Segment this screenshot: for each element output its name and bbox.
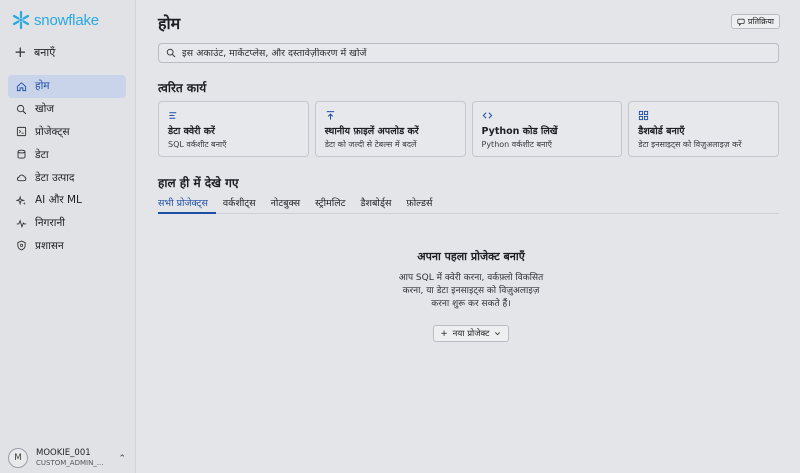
tab-dashboards[interactable]: डैशबोर्ड्स — [360, 196, 399, 213]
search-bar[interactable] — [158, 43, 779, 63]
tab-worksheets[interactable]: वर्कशीट्स — [223, 196, 264, 213]
sidebar-item-projects[interactable]: प्रोजेक्ट्स — [8, 121, 126, 144]
recent-tabs: सभी प्रोजेक्ट्स वर्कशीट्स नोटबुक्स स्ट्र… — [158, 196, 779, 214]
empty-state-body: आप SQL में क्वेरी करना, वर्कफ़्लो विकसित… — [336, 272, 606, 311]
quick-actions-title: त्वरित कार्य — [158, 81, 207, 95]
card-title: डैशबोर्ड बनाएँ — [638, 126, 685, 137]
user-role: CUSTOM_ADMIN_... — [36, 458, 104, 467]
user-name: MOOKIE_001 — [36, 448, 91, 459]
tab-folders[interactable]: फ़ोल्डर्स — [406, 196, 440, 213]
snowflake-logo-icon — [12, 10, 30, 30]
sidebar-item-data[interactable]: डेटा — [8, 143, 126, 166]
avatar: M — [8, 448, 28, 468]
dashboard-icon — [639, 110, 649, 121]
card-title: डेटा क्वेरी करें — [168, 126, 215, 137]
sidebar-item-data-products[interactable]: डेटा उत्पाद — [8, 166, 126, 189]
empty-state-line: आप SQL में क्वेरी करना, वर्कफ़्लो विकसित — [398, 273, 544, 283]
search-icon — [16, 104, 27, 114]
database-icon — [17, 150, 26, 159]
snowflake-logo[interactable]: snowflake — [11, 10, 99, 30]
tab-all-projects[interactable]: सभी प्रोजेक्ट्स — [158, 196, 216, 214]
sidebar-item-label: निगरानी — [35, 217, 66, 230]
empty-state-line: करना शुरू कर सकते हैं। — [431, 299, 511, 309]
card-create-dashboard[interactable]: डैशबोर्ड बनाएँ डेटा इनसाइट्स को विज़ुअला… — [628, 101, 779, 157]
sidebar-item-label: AI और ML — [35, 194, 82, 207]
home-icon — [16, 82, 27, 91]
lines-icon — [169, 112, 177, 119]
activity-icon — [16, 219, 27, 228]
sidebar-item-ai-ml[interactable]: AI और ML — [8, 189, 126, 212]
new-project-button[interactable]: + नया प्रोजेक्ट — [432, 325, 510, 342]
sidebar-item-monitoring[interactable]: निगरानी — [8, 212, 126, 235]
feedback-icon — [737, 18, 745, 26]
upload-icon — [326, 111, 334, 120]
plus-icon: + — [14, 43, 27, 61]
search-icon — [166, 48, 176, 58]
main-content: होम प्रतिक्रिया त्वरित कार्य डेटा क्वेरी… — [136, 0, 800, 473]
search-input[interactable] — [182, 47, 762, 59]
tab-streamlit[interactable]: स्ट्रीमलिट — [315, 196, 353, 213]
sidebar-nav: होम खोज प्रोजेक्ट्स डेटा डेटा उत्पाद AI … — [8, 75, 126, 257]
sidebar-item-label: होम — [35, 80, 50, 93]
sidebar-item-admin[interactable]: प्रशासन — [8, 235, 126, 258]
create-label: बनाएँ — [34, 46, 56, 59]
plus-icon: + — [440, 328, 448, 339]
sidebar-item-label: डेटा — [35, 148, 49, 161]
card-subtitle: SQL वर्कशीट बनाएँ — [168, 140, 227, 149]
card-subtitle: डेटा इनसाइट्स को विज़ुअलाइज़ करें — [638, 140, 742, 149]
card-subtitle: डेटा को जल्दी से टेबल्स में बदलें — [324, 140, 417, 149]
new-project-label: नया प्रोजेक्ट — [452, 329, 490, 339]
card-upload-files[interactable]: स्थानीय फ़ाइलें अपलोड करें डेटा को जल्दी… — [314, 101, 466, 157]
feedback-button[interactable]: प्रतिक्रिया — [730, 14, 780, 29]
sidebar-item-label: प्रशासन — [35, 239, 64, 252]
recent-title: हाल ही में देखे गए — [158, 176, 239, 190]
cloud-icon — [17, 174, 27, 182]
quick-actions: डेटा क्वेरी करें SQL वर्कशीट बनाएँ स्थान… — [158, 101, 779, 157]
create-button[interactable]: + बनाएँ — [14, 45, 55, 60]
sidebar: snowflake + बनाएँ होम खोज प्रोजेक्ट्स डे… — [0, 0, 136, 473]
feedback-label: प्रतिक्रिया — [747, 17, 774, 26]
sidebar-item-label: खोज — [35, 103, 55, 116]
sidebar-item-search[interactable]: खोज — [8, 98, 126, 121]
chevron-up-icon: ⌃ — [118, 454, 126, 464]
sidebar-item-home[interactable]: होम — [8, 75, 126, 98]
card-python-code[interactable]: Python कोड लिखें Python वर्कशीट बनाएँ — [471, 101, 623, 157]
sparkle-icon — [16, 195, 26, 206]
code-icon — [482, 112, 492, 119]
chevron-down-icon — [495, 332, 501, 336]
shield-icon — [17, 241, 26, 251]
brand-name: snowflake — [34, 11, 99, 29]
tab-notebooks[interactable]: नोटबुक्स — [271, 196, 309, 213]
empty-state: अपना पहला प्रोजेक्ट बनाएँ आप SQL में क्व… — [336, 249, 606, 342]
empty-state-title: अपना पहला प्रोजेक्ट बनाएँ — [417, 250, 525, 263]
card-title: Python कोड लिखें — [481, 126, 558, 137]
user-menu[interactable]: M MOOKIE_001 CUSTOM_ADMIN_... ⌃ — [8, 448, 128, 468]
projects-icon — [16, 127, 27, 137]
sidebar-item-label: डेटा उत्पाद — [35, 171, 75, 184]
page-title: होम — [158, 14, 181, 33]
card-subtitle: Python वर्कशीट बनाएँ — [481, 140, 552, 149]
sidebar-item-label: प्रोजेक्ट्स — [35, 125, 70, 138]
empty-state-line: करना, या डेटा इनसाइट्स को विज़ुअलाइज़ — [402, 286, 540, 296]
card-title: स्थानीय फ़ाइलें अपलोड करें — [324, 126, 419, 137]
card-query-data[interactable]: डेटा क्वेरी करें SQL वर्कशीट बनाएँ — [158, 101, 309, 157]
